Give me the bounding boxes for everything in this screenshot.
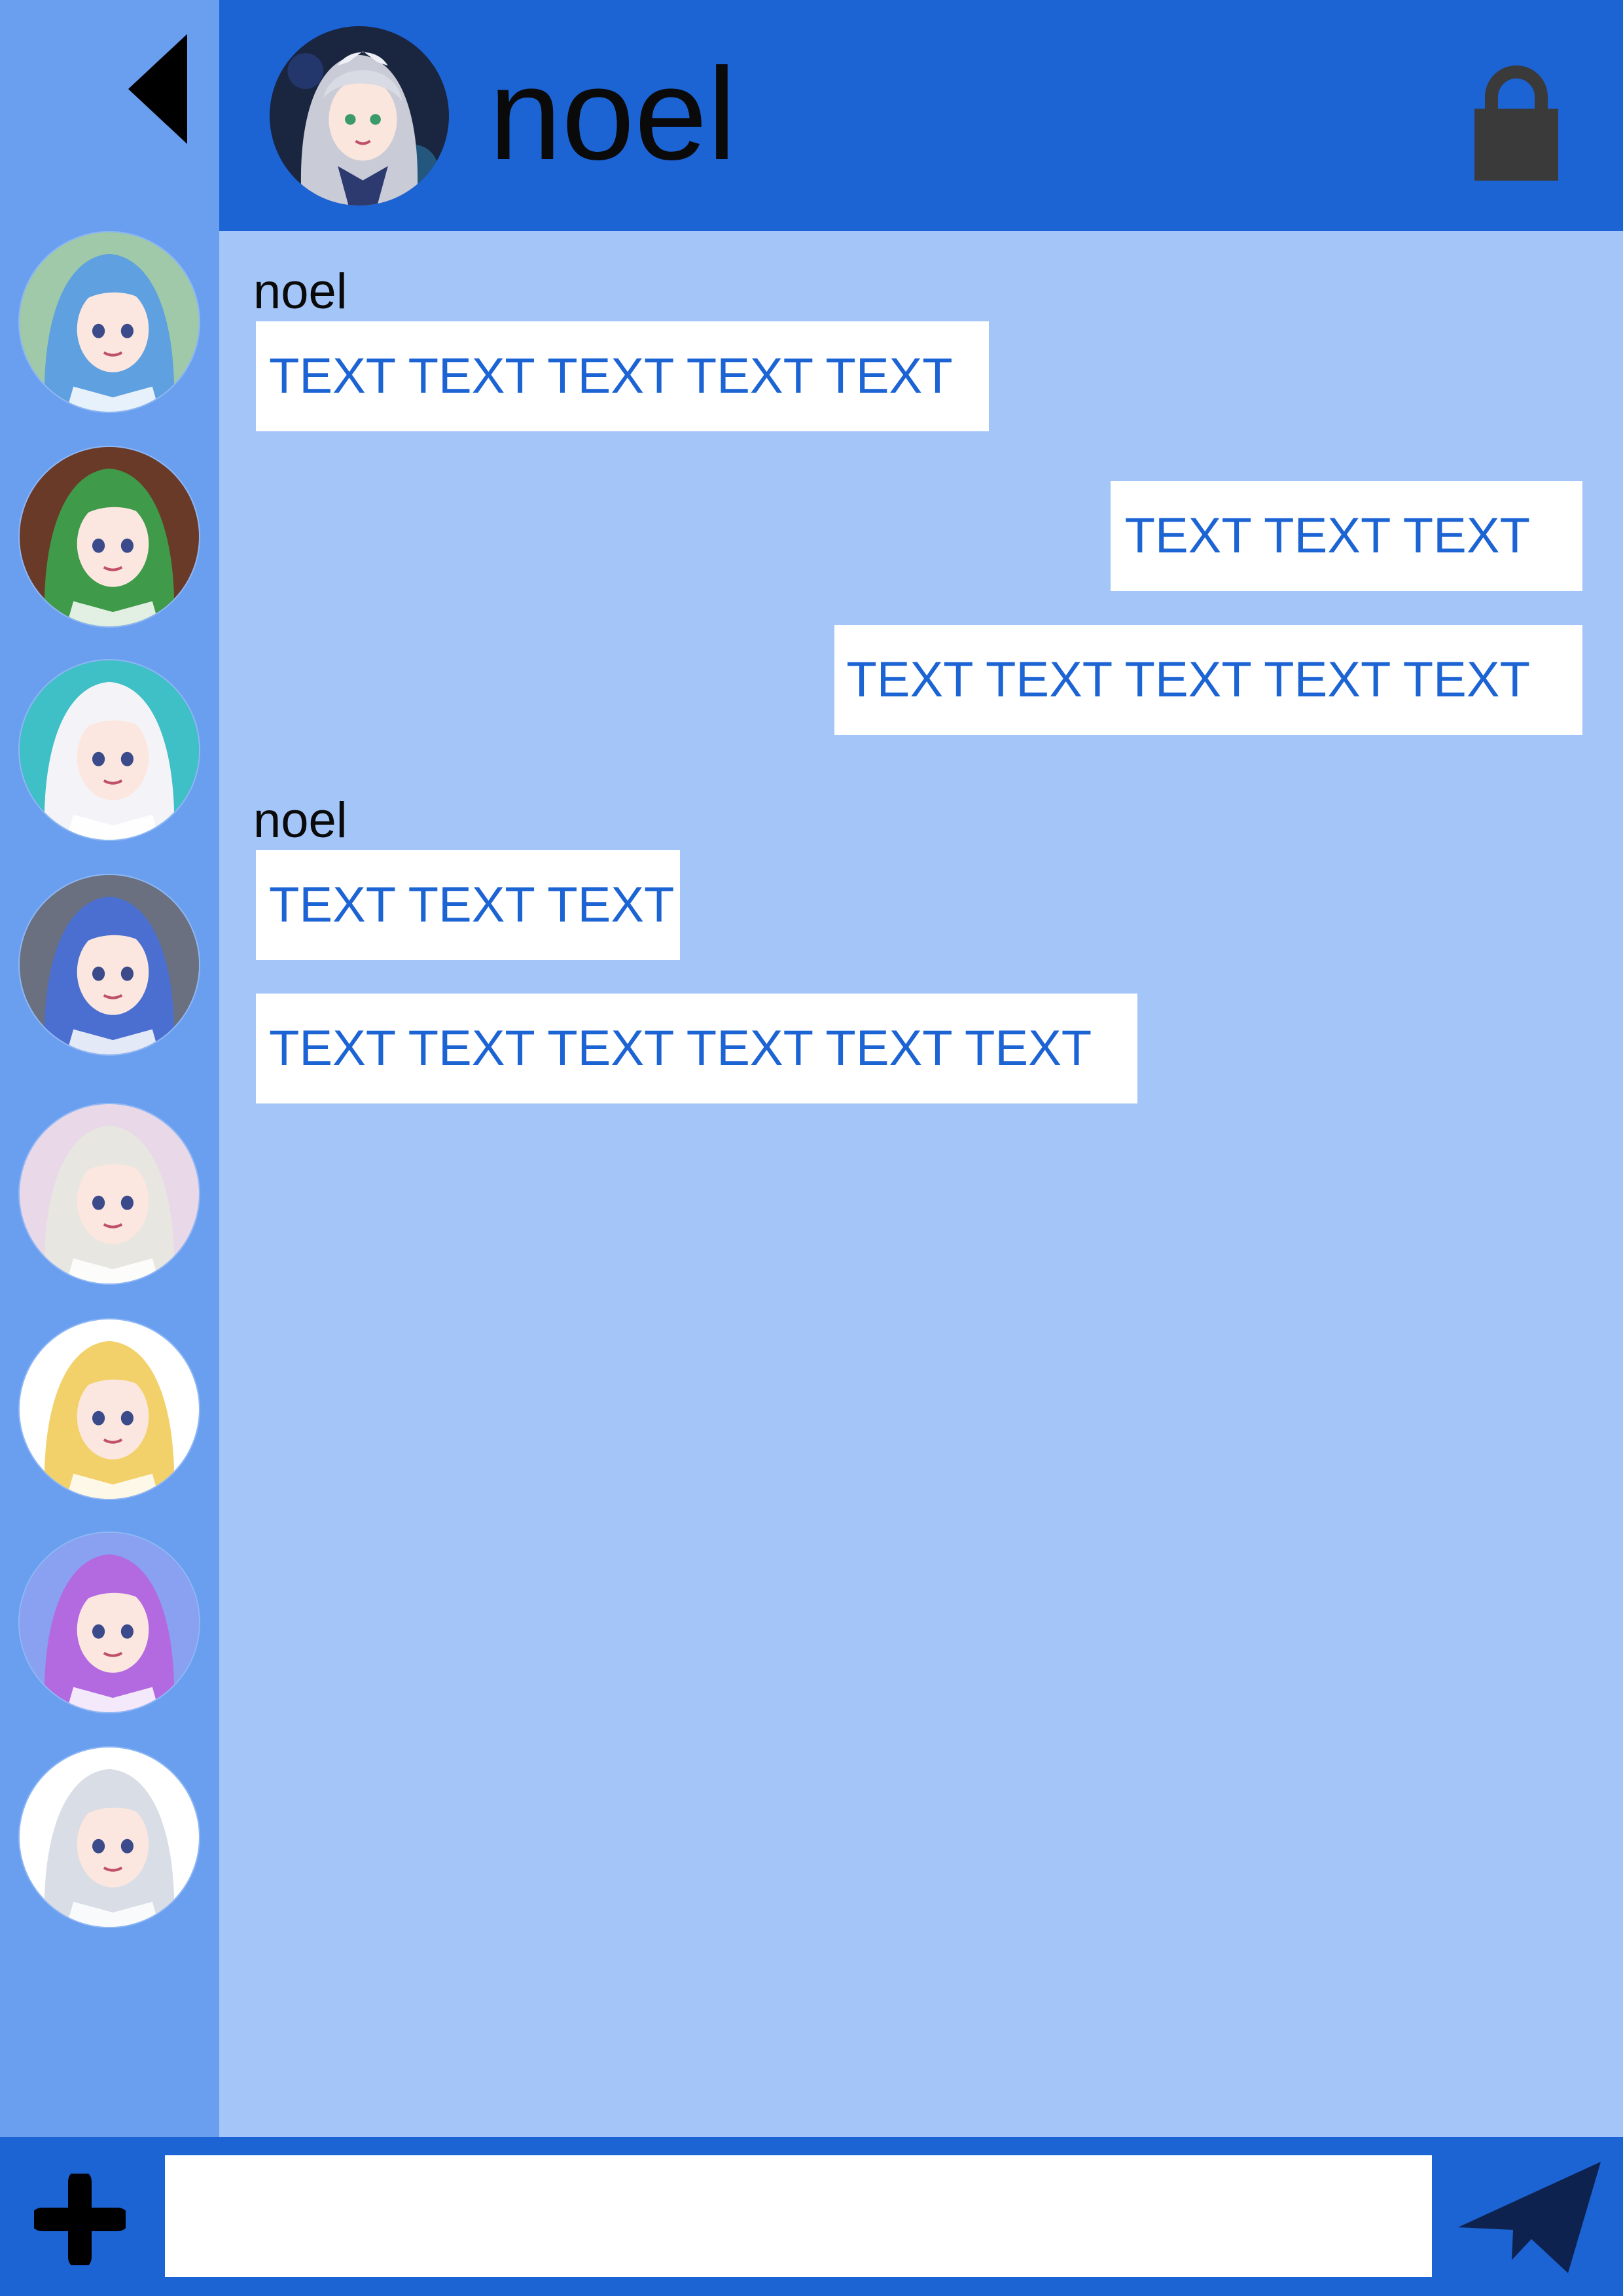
chat-app: noel noel TEXT TEXT TEXT TEXT TEXT TEXT … [0,0,1623,2296]
message-bubble-outgoing[interactable]: TEXT TEXT TEXT [1111,481,1582,591]
chat-title: noel [489,41,737,187]
message-input[interactable] [165,2155,1432,2277]
message-bubble-incoming[interactable]: TEXT TEXT TEXT [256,850,680,960]
plus-icon [30,2170,130,2269]
lock-icon [1474,65,1558,181]
contact-sidebar [0,0,219,2137]
composer-bar [0,2137,1623,2296]
contact-avatar[interactable] [20,447,199,626]
message-bubble-incoming[interactable]: TEXT TEXT TEXT TEXT TEXT [256,321,989,431]
lock-button[interactable] [1471,63,1562,181]
add-attachment-button[interactable] [30,2170,130,2269]
back-triangle-icon [128,34,187,144]
message-list: noel TEXT TEXT TEXT TEXT TEXT TEXT TEXT … [219,231,1623,2137]
contact-avatar[interactable] [20,232,199,412]
contact-avatar[interactable] [20,1104,199,1283]
avatar[interactable] [270,26,449,206]
message-bubble-incoming[interactable]: TEXT TEXT TEXT TEXT TEXT TEXT [256,994,1137,1103]
contact-avatar[interactable] [20,875,199,1054]
contact-avatar[interactable] [20,1319,199,1499]
message-sender: noel [253,793,348,848]
message-sender: noel [253,264,348,319]
chat-header: noel [219,0,1623,231]
contact-avatar[interactable] [20,660,199,840]
back-button[interactable] [128,34,187,144]
send-paper-plane-icon [1458,2162,1601,2273]
contact-avatar[interactable] [20,1533,199,1712]
message-bubble-outgoing[interactable]: TEXT TEXT TEXT TEXT TEXT [834,625,1582,735]
send-button[interactable] [1458,2162,1601,2273]
contact-avatar[interactable] [20,1748,199,1927]
